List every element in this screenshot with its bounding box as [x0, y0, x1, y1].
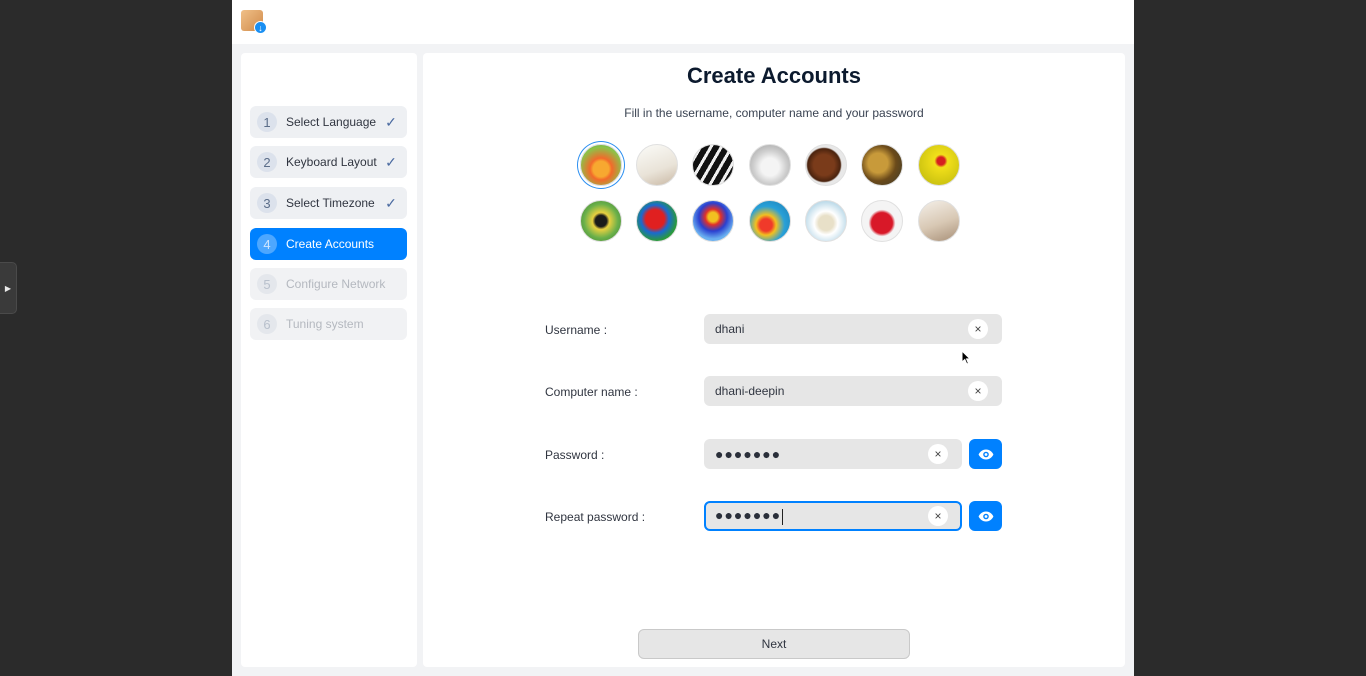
step-label: Create Accounts	[286, 237, 375, 251]
step-label: Configure Network	[286, 277, 386, 291]
text-caret	[782, 508, 784, 525]
step-tuning-system: 6 Tuning system	[250, 308, 407, 340]
avatar-flower[interactable]	[580, 144, 622, 186]
step-label: Select Timezone	[286, 196, 375, 210]
repeat-password-field[interactable]: ●●●●●●● ×	[704, 501, 962, 531]
avatar-horse[interactable]	[805, 144, 847, 186]
step-label: Tuning system	[286, 317, 364, 331]
avatar-rings[interactable]	[805, 200, 847, 242]
step-configure-network: 5 Configure Network	[250, 268, 407, 300]
step-keyboard-layout[interactable]: 2 Keyboard Layout ✓	[250, 146, 407, 178]
step-number: 1	[257, 112, 277, 132]
steps-sidebar: 1 Select Language ✓ 2 Keyboard Layout ✓ …	[241, 53, 417, 667]
side-panel-toggle[interactable]: ▶	[0, 262, 17, 314]
avatar-parrot[interactable]	[636, 200, 678, 242]
installer-app-icon: ↓	[241, 10, 267, 34]
checkmark-icon: ✓	[385, 194, 397, 211]
computer-name-value: dhani-deepin	[715, 384, 785, 398]
step-label: Keyboard Layout	[286, 155, 377, 169]
avatar-kitten[interactable]	[749, 144, 791, 186]
step-create-accounts[interactable]: 4 Create Accounts	[250, 228, 407, 260]
play-arrow-icon: ▶	[4, 283, 12, 293]
computer-name-field[interactable]: dhani-deepin ×	[704, 376, 1002, 406]
avatar-piano[interactable]	[692, 144, 734, 186]
page-subtitle: Fill in the username, computer name and …	[624, 106, 924, 120]
clear-icon[interactable]: ×	[968, 381, 988, 401]
checkmark-icon: ✓	[385, 113, 397, 130]
step-number: 5	[257, 274, 277, 294]
step-select-language[interactable]: 1 Select Language ✓	[250, 106, 407, 138]
username-label: Username :	[545, 323, 608, 337]
show-password-button[interactable]	[969, 439, 1002, 469]
next-button[interactable]: Next	[638, 629, 910, 659]
username-field[interactable]: dhani ×	[704, 314, 1002, 344]
avatar-heart[interactable]	[861, 200, 903, 242]
avatar-notebook[interactable]	[636, 144, 678, 186]
repeat-password-value: ●●●●●●●	[715, 507, 782, 524]
eye-icon	[978, 449, 993, 459]
eye-icon	[978, 511, 993, 521]
computer-name-label: Computer name :	[545, 385, 638, 399]
avatar-balloons[interactable]	[749, 200, 791, 242]
avatar-room[interactable]	[918, 200, 960, 242]
avatar-hot-air-balloon[interactable]	[692, 200, 734, 242]
mouse-pointer-icon	[961, 350, 971, 365]
step-number: 4	[257, 234, 277, 254]
clear-icon[interactable]: ×	[968, 319, 988, 339]
password-field[interactable]: ●●●●●●● ×	[704, 439, 962, 469]
step-select-timezone[interactable]: 3 Select Timezone ✓	[250, 187, 407, 219]
password-label: Password :	[545, 448, 605, 462]
clear-icon[interactable]: ×	[928, 444, 948, 464]
step-number: 3	[257, 193, 277, 213]
repeat-password-label: Repeat password :	[545, 510, 646, 524]
show-repeat-password-button[interactable]	[969, 501, 1002, 531]
step-label: Select Language	[286, 115, 377, 129]
page-title: Create Accounts	[686, 63, 861, 88]
step-number: 2	[257, 152, 277, 172]
avatar-leopard[interactable]	[861, 144, 903, 186]
username-value: dhani	[715, 322, 745, 336]
installer-window: ↓ 1 Select Language ✓ 2 Keyboard Layout …	[232, 0, 1134, 676]
checkmark-icon: ✓	[385, 153, 397, 170]
create-accounts-panel: Create Accounts Fill in the username, co…	[423, 53, 1125, 667]
clear-icon[interactable]: ×	[928, 506, 948, 526]
password-value: ●●●●●●●	[715, 446, 782, 462]
avatar-ladybugs[interactable]	[918, 144, 960, 186]
step-number: 6	[257, 314, 277, 334]
avatar-butterfly[interactable]	[580, 200, 622, 242]
title-bar: ↓	[232, 0, 1134, 44]
